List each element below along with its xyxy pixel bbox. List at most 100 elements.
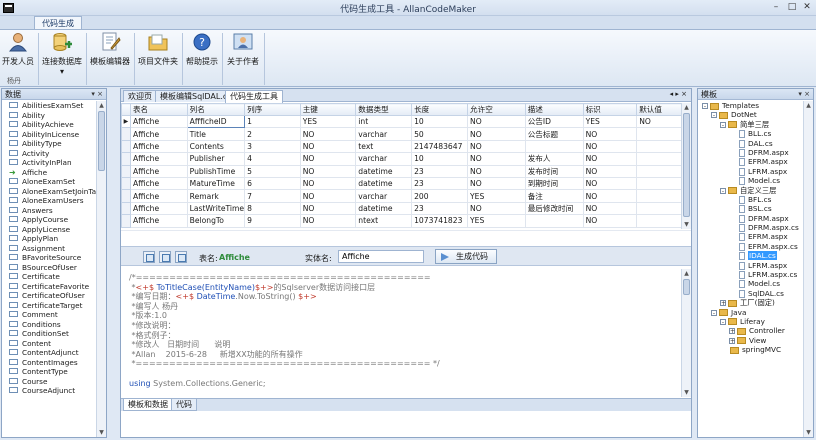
row-header[interactable] <box>121 189 131 203</box>
table-list-item[interactable]: AbilityInLicense <box>2 130 96 140</box>
tree-node[interactable]: EFRM.aspx.cs <box>698 242 802 251</box>
scroll-up-icon[interactable]: ▲ <box>804 101 813 110</box>
column-header[interactable]: 长度 <box>411 103 469 116</box>
row-header[interactable] <box>121 152 131 166</box>
panel-pin-close-icon[interactable]: ▾ × <box>798 89 810 100</box>
table-list-item[interactable]: ApplyPlan <box>2 234 96 244</box>
table-cell[interactable]: varchar <box>355 152 413 166</box>
table-cell[interactable]: YES <box>299 114 357 129</box>
table-list-item[interactable]: AbilitiesExamSet <box>2 101 96 111</box>
table-cell[interactable]: BelongTo <box>186 214 246 228</box>
table-cell[interactable]: varchar <box>355 189 413 203</box>
column-header[interactable]: 主键 <box>299 103 357 116</box>
tree-node[interactable]: SqlDAL.cs <box>698 289 802 298</box>
scroll-thumb[interactable] <box>683 279 690 295</box>
generate-code-button[interactable]: 生成代码 <box>435 249 497 264</box>
table-row[interactable]: Affiche MatureTime 6 NO datetime 23 NO 到期时间 NO <box>121 176 691 191</box>
tab-nav-icons[interactable]: ◂ ▸ × <box>670 90 687 98</box>
table-cell[interactable]: Affiche <box>129 201 188 216</box>
collapse-icon[interactable]: - <box>720 121 726 128</box>
project-folder-button[interactable]: 项目文件夹 <box>138 32 178 76</box>
table-cell[interactable]: NO <box>467 114 526 129</box>
tree-node[interactable]: - 简单三层 <box>698 120 802 129</box>
table-cell[interactable]: NO <box>582 189 638 203</box>
tree-node[interactable]: DFRM.aspx <box>698 214 802 223</box>
tab-codegen-tool[interactable]: 代码生成工具 <box>225 90 283 103</box>
table-cell[interactable]: NO <box>299 152 357 166</box>
tree-node[interactable]: LFRM.aspx.cs <box>698 270 802 280</box>
table-cell[interactable]: Contents <box>186 139 246 154</box>
column-table[interactable]: 表名 列名 列序 主键 数据类型 长度 允许空 描述 标识 默认值 ▶ Affiche Afffich… <box>121 103 691 228</box>
table-cell[interactable]: YES <box>467 214 526 228</box>
table-list-item[interactable]: BSourceOfUser <box>2 263 96 273</box>
table-cell[interactable]: NO <box>299 176 357 191</box>
tree-node[interactable]: DAL.cs <box>698 139 802 148</box>
table-cell[interactable]: NO <box>299 189 357 203</box>
code-editor[interactable]: /*======================================… <box>121 269 679 397</box>
table-cell[interactable]: MatureTime <box>186 176 246 191</box>
collapse-icon[interactable]: - <box>711 309 717 316</box>
tree-node[interactable]: DFRM.aspx.cs <box>698 223 802 233</box>
expand-icon[interactable]: + <box>720 300 726 307</box>
table-cell[interactable]: 23 <box>411 164 469 178</box>
table-row[interactable]: Affiche Contents 3 NO text 2147483647 NO NO <box>121 139 691 154</box>
tab-template-data[interactable]: 模板和数据 <box>123 399 173 411</box>
table-list-item[interactable]: AloneExamSetJoinTable <box>2 187 96 197</box>
table-cell[interactable]: 200 <box>411 189 469 203</box>
connect-database-button[interactable]: 连接数据库 ▾ <box>42 32 82 76</box>
table-cell[interactable]: 4 <box>244 152 301 166</box>
scroll-down-icon[interactable]: ▼ <box>682 388 691 397</box>
tree-node[interactable]: + View <box>698 336 802 345</box>
table-cell[interactable]: NO <box>467 152 526 166</box>
table-cell[interactable]: Affiche <box>129 189 188 203</box>
table-cell[interactable]: Affiche <box>129 152 188 166</box>
table-cell[interactable]: NO <box>467 201 526 216</box>
table-cell[interactable]: 10 <box>411 114 469 129</box>
column-header[interactable]: 描述 <box>524 103 584 116</box>
table-list-item[interactable]: ApplyCourse <box>2 215 96 225</box>
table-list-item[interactable]: Activity <box>2 149 96 159</box>
layout-top-icon[interactable] <box>143 251 155 263</box>
table-cell[interactable]: 8 <box>244 201 301 216</box>
table-list-item[interactable]: AloneExamUsers <box>2 196 96 206</box>
row-header[interactable] <box>121 127 131 141</box>
table-list-item[interactable]: Conditions <box>2 320 96 330</box>
table-cell[interactable]: 5 <box>244 164 301 178</box>
column-header[interactable]: 表名 <box>129 103 188 116</box>
table-list-item[interactable]: ➜ Affiche <box>2 168 96 178</box>
ribbon-tab-codegen[interactable]: 代码生成 <box>34 16 82 30</box>
table-cell[interactable]: 1 <box>244 114 301 129</box>
row-header[interactable] <box>121 214 131 228</box>
table-row[interactable]: Affiche PublishTime 5 NO datetime 23 NO 发布时间 NO <box>121 164 691 178</box>
table-cell[interactable]: 10 <box>411 152 469 166</box>
table-row[interactable]: ▶ Affiche AffficheID 1 YES int 10 NO 公告ID YES NO <box>121 114 691 129</box>
table-cell[interactable]: datetime <box>355 176 413 191</box>
table-row[interactable]: Affiche Remark 7 NO varchar 200 YES 备注 NO <box>121 189 691 203</box>
tree-node[interactable]: - DotNet <box>698 110 802 119</box>
table-cell[interactable]: 公告标题 <box>524 127 584 141</box>
table-cell[interactable]: 到期时间 <box>524 176 584 191</box>
table-cell[interactable]: Affiche <box>129 114 188 129</box>
table-cell[interactable]: datetime <box>355 164 413 178</box>
expand-icon[interactable]: + <box>729 328 735 335</box>
table-row[interactable]: Affiche BelongTo 9 NO ntext 1073741823 YES NO <box>121 214 691 228</box>
tree-node[interactable]: BSL.cs <box>698 204 802 214</box>
tree-node[interactable]: LFRM.aspx <box>698 167 802 176</box>
table-cell[interactable]: AffficheID <box>186 114 246 129</box>
layout-bottom-icon[interactable] <box>159 251 171 263</box>
table-list-item[interactable]: CourseAdjunct <box>2 386 96 396</box>
table-cell[interactable]: int <box>355 114 413 129</box>
table-cell[interactable] <box>524 139 584 154</box>
column-header[interactable]: 标识 <box>582 103 638 116</box>
tree-node[interactable]: + Controller <box>698 326 802 335</box>
table-cell[interactable]: Affiche <box>129 139 188 154</box>
table-cell[interactable]: NO <box>467 127 526 141</box>
table-cell[interactable]: NO <box>582 164 638 178</box>
column-header[interactable]: 允许空 <box>467 103 526 116</box>
table-cell[interactable]: NO <box>582 152 638 166</box>
table-list-item[interactable]: AbilityType <box>2 139 96 149</box>
table-cell[interactable]: NO <box>299 127 357 141</box>
table-cell[interactable]: NO <box>582 139 638 154</box>
table-cell[interactable]: YES <box>467 189 526 203</box>
table-cell[interactable]: 发布时间 <box>524 164 584 178</box>
